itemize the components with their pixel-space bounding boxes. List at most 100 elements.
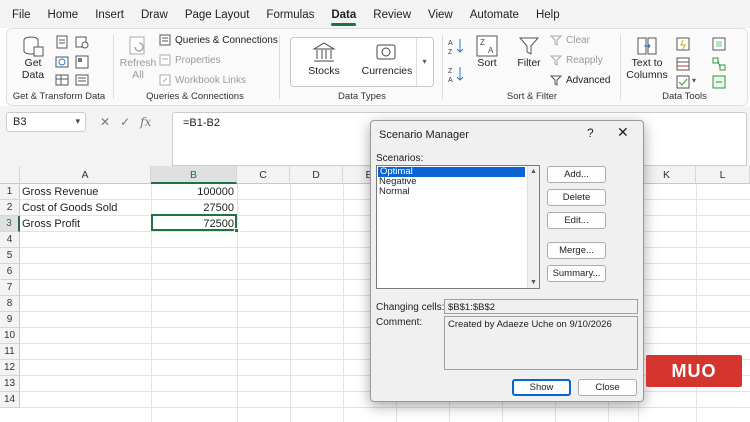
from-table-icon[interactable]: [55, 73, 69, 87]
group-data-tools: Text to Columns ▾ Data Tools: [622, 29, 747, 105]
row-header-11[interactable]: 11: [0, 344, 20, 360]
existing-connections-icon[interactable]: [75, 55, 89, 69]
group-sort-filter: AZ ZA ZA Sort Filter Clear Reapply Advan…: [444, 29, 620, 105]
group-queries: Refresh All Queries & Connections Proper…: [115, 29, 278, 105]
sort-button[interactable]: ZA Sort: [472, 35, 502, 69]
cell-a2[interactable]: Cost of Goods Sold: [22, 200, 150, 216]
row-header-5[interactable]: 5: [0, 248, 20, 264]
row-header-12[interactable]: 12: [0, 360, 20, 376]
row-header-3[interactable]: 3: [0, 216, 20, 232]
relationships-icon[interactable]: [712, 57, 726, 71]
get-data-label-2: Data: [21, 69, 45, 81]
row-header-10[interactable]: 10: [0, 328, 20, 344]
sort-descending-icon[interactable]: ZA: [448, 65, 464, 83]
name-box[interactable]: B3 ▾: [6, 112, 86, 132]
fill-handle[interactable]: [234, 228, 239, 233]
queries-connections-label: Queries & Connections: [175, 34, 278, 46]
row-header-14[interactable]: 14: [0, 392, 20, 408]
scroll-down-icon[interactable]: ▼: [530, 279, 537, 286]
clear-button[interactable]: Clear: [550, 34, 590, 46]
queries-connections-button[interactable]: Queries & Connections: [159, 34, 278, 46]
menu-view[interactable]: View: [428, 0, 453, 28]
data-validation-icon[interactable]: [676, 75, 690, 89]
row-header-7[interactable]: 7: [0, 280, 20, 296]
row-header-8[interactable]: 8: [0, 296, 20, 312]
merge-button[interactable]: Merge...: [547, 242, 606, 259]
filter-button[interactable]: Filter: [514, 35, 544, 69]
data-model-icon[interactable]: [712, 75, 726, 89]
cell-b1[interactable]: 100000: [151, 184, 237, 200]
reapply-button[interactable]: Reapply: [550, 54, 603, 66]
text-to-columns-button[interactable]: Text to Columns: [624, 35, 670, 81]
from-picture-icon[interactable]: [75, 73, 89, 87]
svg-text:A: A: [448, 40, 453, 47]
edit-button[interactable]: Edit...: [547, 212, 606, 229]
column-header-b[interactable]: B: [151, 166, 237, 184]
data-validation-dropdown[interactable]: ▾: [692, 76, 696, 85]
menu-home[interactable]: Home: [48, 0, 79, 28]
consolidate-icon[interactable]: [712, 37, 726, 51]
help-icon[interactable]: ?: [587, 126, 594, 140]
row-header-4[interactable]: 4: [0, 232, 20, 248]
scenarios-scrollbar[interactable]: ▲ ▼: [527, 166, 539, 288]
column-header-c[interactable]: C: [237, 166, 290, 184]
scenarios-list[interactable]: Optimal Negative Normal ▲ ▼: [376, 165, 540, 289]
cancel-icon[interactable]: ✕: [100, 115, 110, 129]
group-label-queries: Queries & Connections: [146, 91, 244, 102]
row-header-9[interactable]: 9: [0, 312, 20, 328]
enter-icon[interactable]: ✓: [120, 115, 130, 129]
menu-file[interactable]: File: [12, 0, 31, 28]
menu-automate[interactable]: Automate: [470, 0, 519, 28]
row-header-6[interactable]: 6: [0, 264, 20, 280]
cell-a1[interactable]: Gross Revenue: [22, 184, 150, 200]
properties-button[interactable]: Properties: [159, 54, 221, 66]
sort-ascending-icon[interactable]: AZ: [448, 37, 464, 55]
menu-data[interactable]: Data: [331, 0, 356, 28]
menu-review[interactable]: Review: [373, 0, 411, 28]
workbook-links-label: Workbook Links: [175, 74, 246, 86]
insert-function-icon[interactable]: fx: [140, 115, 151, 129]
scroll-up-icon[interactable]: ▲: [530, 168, 537, 175]
refresh-all-button[interactable]: Refresh All: [120, 35, 156, 81]
gridline: [237, 184, 238, 422]
menu-formulas[interactable]: Formulas: [266, 0, 314, 28]
row-header-13[interactable]: 13: [0, 376, 20, 392]
menu-help[interactable]: Help: [536, 0, 560, 28]
column-header-d[interactable]: D: [290, 166, 343, 184]
add-button[interactable]: Add...: [547, 166, 606, 183]
dialog-title: Scenario Manager: [379, 129, 469, 141]
column-header-k[interactable]: K: [638, 166, 696, 184]
svg-text:Z: Z: [480, 38, 485, 47]
from-text-icon[interactable]: [55, 35, 69, 49]
clear-filter-icon: [550, 35, 562, 46]
flash-fill-icon[interactable]: [676, 37, 690, 51]
select-all-corner[interactable]: [0, 166, 20, 184]
delete-button[interactable]: Delete: [547, 189, 606, 206]
close-icon[interactable]: ✕: [617, 124, 629, 141]
menu-bar: File Home Insert Draw Page Layout Formul…: [0, 0, 750, 28]
gridline: [290, 184, 291, 422]
advanced-button[interactable]: Advanced: [550, 74, 610, 86]
show-button[interactable]: Show: [512, 379, 571, 396]
scenario-item-normal[interactable]: Normal: [377, 187, 539, 197]
row-header-2[interactable]: 2: [0, 200, 20, 216]
summary-button[interactable]: Summary...: [547, 265, 606, 282]
column-header-l[interactable]: L: [696, 166, 750, 184]
get-data-button[interactable]: Get Data: [17, 35, 49, 81]
close-button[interactable]: Close: [578, 379, 637, 396]
cell-a3[interactable]: Gross Profit: [22, 216, 150, 232]
filter-label: Filter: [517, 57, 541, 69]
menu-insert[interactable]: Insert: [95, 0, 124, 28]
database-icon: [23, 36, 44, 57]
menu-draw[interactable]: Draw: [141, 0, 168, 28]
menu-page-layout[interactable]: Page Layout: [185, 0, 250, 28]
row-header-1[interactable]: 1: [0, 184, 20, 200]
column-header-a[interactable]: A: [20, 166, 151, 184]
from-web-icon[interactable]: [55, 55, 69, 69]
comment-label: Comment:: [376, 317, 423, 328]
recent-sources-icon[interactable]: [75, 35, 89, 49]
workbook-links-button[interactable]: Workbook Links: [159, 74, 246, 86]
remove-duplicates-icon[interactable]: [676, 57, 690, 71]
formula-buttons: ✕ ✓ fx: [100, 112, 170, 132]
clear-label: Clear: [566, 34, 590, 46]
